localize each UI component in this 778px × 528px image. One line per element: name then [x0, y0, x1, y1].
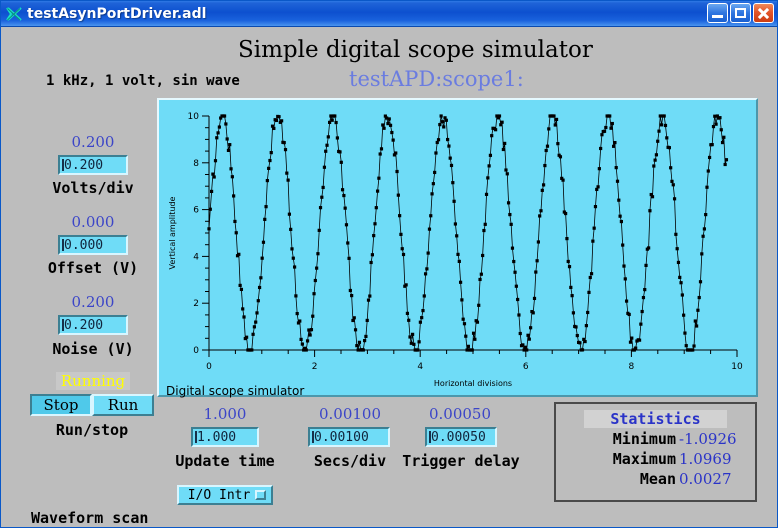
run-stop-label: Run/stop	[55, 421, 129, 439]
maximize-button[interactable]	[730, 3, 751, 23]
svg-text:Vertical amplitude: Vertical amplitude	[168, 196, 177, 269]
minimum-value: -1.0926	[679, 430, 737, 448]
minimize-button[interactable]	[707, 3, 728, 23]
title-bar: testAsynPortDriver.adl	[1, 1, 777, 27]
update-time-label: Update time	[175, 452, 275, 470]
scope-plot-svg: 0 2 4 6 8 10 0 2 4 6 8 10 Horizontal divisions Vertic…	[168, 112, 743, 388]
svg-text:6: 6	[523, 362, 529, 372]
statistic-row-mean: Mean 0.0027	[564, 470, 745, 488]
waveform-scan-dropdown[interactable]: I/O Intr	[177, 485, 273, 505]
statistics-panel: Statistics Minimum -1.0926 Maximum 1.096…	[554, 402, 757, 502]
svg-text:4: 4	[417, 362, 423, 372]
update-time-readback: 1.000	[203, 405, 247, 423]
maximum-label: Maximum	[612, 450, 676, 468]
volts-per-div-readback: 0.200	[71, 133, 115, 151]
svg-text:6: 6	[193, 206, 199, 216]
secs-per-div-input[interactable]: 0.00100	[308, 427, 390, 447]
scope-plot[interactable]: 0 2 4 6 8 10 0 2 4 6 8 10 Horizontal divisions Vertic…	[157, 98, 758, 397]
pv-prefix-label: testAPD:scope1:	[349, 67, 524, 91]
svg-text:2: 2	[193, 299, 199, 309]
client-area: Simple digital scope simulator testAPD:s…	[1, 27, 777, 527]
statistic-row-maximum: Maximum 1.0969	[564, 450, 745, 468]
run-status-indicator: Running	[56, 372, 130, 390]
maximize-icon	[735, 8, 746, 18]
svg-text:0: 0	[206, 362, 212, 372]
page-title: Simple digital scope simulator	[238, 37, 593, 63]
update-time-input[interactable]: 1.000	[191, 427, 259, 447]
secs-per-div-readback: 0.00100	[318, 405, 382, 423]
svg-text:Horizontal divisions: Horizontal divisions	[434, 379, 512, 388]
mean-value: 0.0027	[679, 470, 732, 488]
statistic-row-minimum: Minimum -1.0926	[564, 430, 745, 448]
noise-input[interactable]: 0.200	[58, 315, 128, 335]
signal-description: 1 kHz, 1 volt, sin wave	[46, 73, 240, 89]
window-controls	[707, 3, 774, 23]
plot-caption: Digital scope simulator	[166, 384, 305, 398]
application-window: testAsynPortDriver.adl Simple digital sc…	[0, 0, 778, 528]
trigger-delay-readback: 0.00050	[428, 405, 492, 423]
x11-x-icon	[5, 5, 23, 23]
window-title: testAsynPortDriver.adl	[27, 5, 207, 22]
secs-per-div-label: Secs/div	[313, 452, 387, 470]
dropdown-square-icon	[255, 490, 266, 500]
svg-text:4: 4	[193, 252, 199, 262]
svg-text:10: 10	[188, 112, 200, 122]
minimize-icon	[712, 15, 723, 18]
offset-label: Offset (V)	[47, 259, 139, 277]
update-time-value: 1.000	[197, 429, 237, 445]
trigger-delay-input[interactable]: 0.00050	[425, 427, 497, 447]
minimum-label: Minimum	[612, 430, 676, 448]
svg-text:2: 2	[312, 362, 318, 372]
secs-per-div-value: 0.00100	[314, 429, 369, 445]
offset-value: 0.000	[64, 237, 104, 253]
volts-per-div-value: 0.200	[64, 157, 104, 173]
svg-text:0: 0	[193, 346, 199, 356]
offset-input[interactable]: 0.000	[58, 235, 128, 255]
trigger-delay-label: Trigger delay	[402, 452, 520, 470]
offset-readback: 0.000	[71, 213, 115, 231]
mean-label: Mean	[639, 470, 676, 488]
trigger-delay-value: 0.00050	[431, 429, 486, 445]
svg-text:10: 10	[731, 362, 743, 372]
svg-text:8: 8	[193, 159, 199, 169]
stop-button[interactable]: Stop	[30, 394, 92, 416]
run-button[interactable]: Run	[92, 394, 154, 416]
volts-per-div-input[interactable]: 0.200	[58, 155, 128, 175]
statistics-title: Statistics	[584, 410, 727, 428]
waveform-scan-label: Waveform scan	[31, 509, 149, 527]
noise-label: Noise (V)	[52, 340, 134, 358]
svg-text:8: 8	[629, 362, 635, 372]
noise-value: 0.200	[64, 317, 104, 333]
volts-per-div-label: Volts/div	[52, 179, 134, 197]
noise-readback: 0.200	[71, 293, 115, 311]
maximum-value: 1.0969	[679, 450, 732, 468]
close-button[interactable]	[753, 3, 774, 23]
